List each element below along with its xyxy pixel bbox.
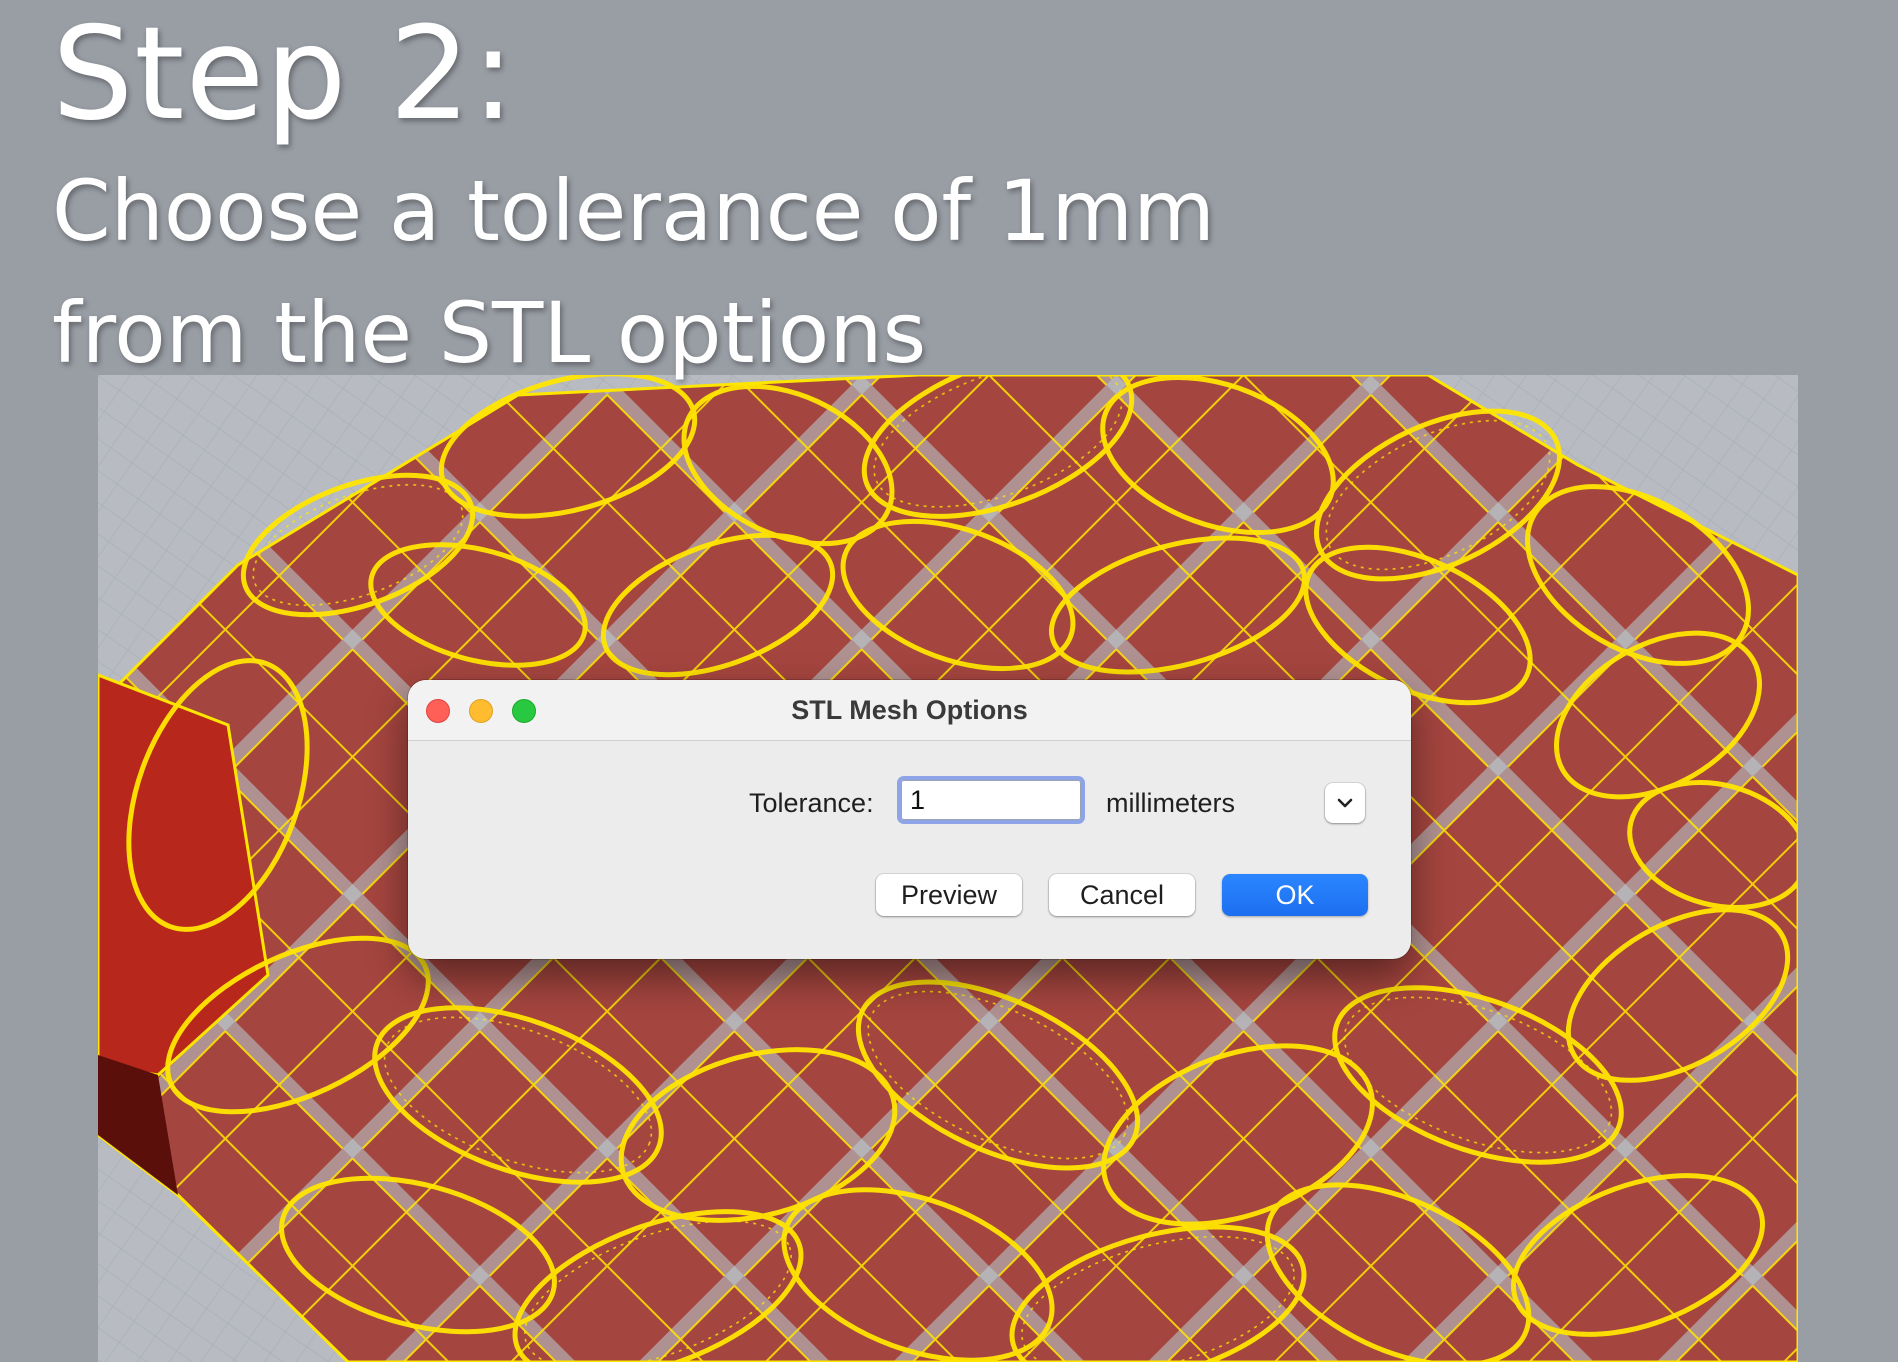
preview-button[interactable]: Preview	[876, 874, 1022, 916]
instruction-line-2: from the STL options	[52, 284, 927, 382]
dialog-titlebar[interactable]: STL Mesh Options	[408, 680, 1411, 741]
units-dropdown-button[interactable]	[1325, 783, 1365, 823]
step-heading: Step 2:	[52, 0, 516, 149]
tolerance-label: Tolerance:	[749, 788, 874, 818]
units-label: millimeters	[1106, 788, 1236, 818]
ok-button[interactable]: OK	[1222, 874, 1368, 916]
chevron-down-icon	[1337, 798, 1353, 808]
dialog-title: STL Mesh Options	[791, 695, 1028, 725]
tolerance-input[interactable]	[897, 776, 1085, 824]
instruction-line-1: Choose a tolerance of 1mm	[52, 162, 1215, 260]
cancel-button[interactable]: Cancel	[1049, 874, 1195, 916]
stl-mesh-options-dialog: STL Mesh Options Tolerance: millimeters …	[408, 680, 1411, 959]
